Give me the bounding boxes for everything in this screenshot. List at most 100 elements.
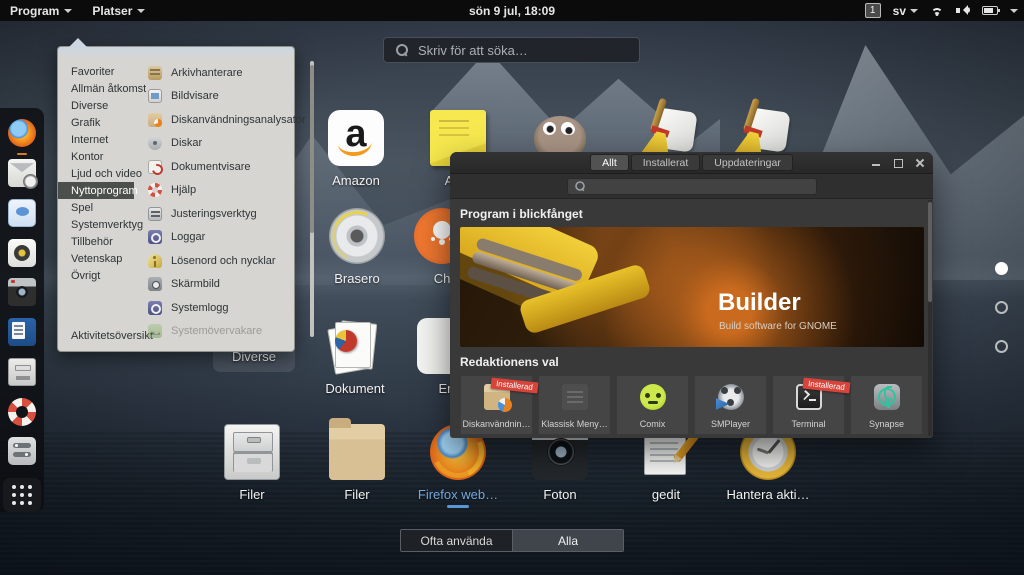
chevron-down-icon <box>910 8 918 13</box>
grid-app-amazon[interactable]: a Amazon <box>301 110 411 188</box>
system-log-icon <box>148 300 162 315</box>
workspace-indicator[interactable]: 1 <box>864 3 881 18</box>
menu-item-systemovervakare[interactable]: Systemövervakare <box>148 320 306 344</box>
software-search-input[interactable] <box>592 180 810 192</box>
classic-menu-icon <box>561 384 588 410</box>
system-monitor-icon <box>148 324 162 339</box>
page-dot-1[interactable] <box>995 262 1008 275</box>
dock-camera[interactable] <box>5 277 39 308</box>
picks-heading: Redaktionens val <box>460 355 559 369</box>
screenshot-icon <box>148 277 162 292</box>
tile-smplayer[interactable]: SMPlayer <box>694 375 767 435</box>
software-window: Allt Installerat Uppdateringar Program i… <box>450 152 933 438</box>
menu-item-dokumentvisare[interactable]: Dokumentvisare <box>148 155 306 179</box>
grid-app-filer-cabinet[interactable]: Filer <box>197 424 307 502</box>
category-grafik[interactable]: Grafik <box>58 114 134 131</box>
tweaks-icon <box>8 437 36 466</box>
synapse-icon <box>873 384 900 410</box>
dock-tweaks[interactable] <box>5 436 39 467</box>
category-nyttoprogram[interactable]: Nyttoprogram <box>58 182 138 199</box>
close-icon[interactable] <box>915 158 925 168</box>
tile-terminal[interactable]: Installerad Terminal <box>772 375 851 435</box>
volume-icon[interactable] <box>956 5 970 16</box>
dock-evolution[interactable] <box>5 158 39 190</box>
dock-firefox[interactable] <box>5 118 39 155</box>
tile-comix[interactable]: Comix <box>616 375 689 435</box>
workspace-page-dots <box>995 262 1008 353</box>
archive-manager-icon <box>148 65 162 80</box>
overview-search-input[interactable]: Skriv för att söka… <box>383 37 640 63</box>
category-diverse[interactable]: Diverse <box>58 97 134 114</box>
tab-allt[interactable]: Allt <box>590 154 629 171</box>
category-internet[interactable]: Internet <box>58 131 134 148</box>
dock-help[interactable] <box>5 396 39 427</box>
show-applications-button[interactable] <box>3 477 41 512</box>
tab-alla[interactable]: Alla <box>512 530 623 551</box>
menu-item-bildvisare[interactable]: Bildvisare <box>148 85 306 109</box>
running-indicator <box>447 505 469 508</box>
disks-icon <box>148 136 162 151</box>
software-scrollbar[interactable] <box>928 200 932 436</box>
lifebuoy-help-icon <box>8 397 36 426</box>
dock-chat[interactable] <box>5 197 39 228</box>
category-systemverktyg[interactable]: Systemverktyg <box>58 216 143 233</box>
top-bar: Program Platser sön 9 jul, 18:09 1 sv <box>0 0 1024 21</box>
page-dot-3[interactable] <box>995 340 1008 353</box>
chat-icon <box>8 198 36 227</box>
menu-item-loggar[interactable]: Loggar <box>148 226 306 250</box>
category-ovrigt[interactable]: Övrigt <box>58 267 134 284</box>
maximize-icon[interactable] <box>893 158 903 168</box>
featured-banner-builder[interactable]: Builder Build software for GNOME <box>460 227 924 347</box>
menu-item-diskanvandningsanalysator[interactable]: Diskanvändningsanalysator <box>148 108 306 132</box>
menu-item-skarmbild[interactable]: Skärmbild <box>148 273 306 297</box>
category-allman-atkomst[interactable]: Allmän åtkomst <box>58 80 146 97</box>
desktop-overview: Skriv för att söka… a Amazon Ante Braser… <box>0 0 1024 575</box>
dock-writer[interactable] <box>5 317 39 348</box>
applications-menu-popup: Favoriter Allmän åtkomst Diverse Grafik … <box>57 38 314 352</box>
menu-item-systemlogg[interactable]: Systemlogg <box>148 296 306 320</box>
tile-klassisk-meny[interactable]: Klassisk Meny… <box>538 375 611 435</box>
grid-app-filer-folder[interactable]: Filer <box>302 418 412 502</box>
category-tillbehor[interactable]: Tillbehör <box>58 233 134 250</box>
featured-heading: Program i blickfånget <box>460 207 583 221</box>
disk-usage-icon <box>148 112 162 127</box>
minimize-icon[interactable] <box>871 158 881 168</box>
category-vetenskap[interactable]: Vetenskap <box>58 250 134 267</box>
wifi-icon[interactable] <box>930 6 944 16</box>
dock-files[interactable] <box>5 356 39 387</box>
tab-ofta-anvanda[interactable]: Ofta använda <box>401 530 512 551</box>
system-menu-chevron-icon[interactable] <box>1010 8 1018 13</box>
category-ljud-och-video[interactable]: Ljud och video <box>58 165 142 182</box>
search-icon <box>396 44 408 56</box>
banner-title: Builder <box>718 289 801 316</box>
app-view-switcher: Ofta använda Alla <box>400 529 624 552</box>
image-viewer-icon <box>148 89 162 104</box>
dock-music[interactable] <box>5 237 39 268</box>
category-kontor[interactable]: Kontor <box>58 148 134 165</box>
page-dot-2[interactable] <box>995 301 1008 314</box>
software-toolbar <box>450 174 933 199</box>
keyboard-layout-button[interactable]: sv <box>893 4 918 18</box>
software-tab-group: Allt Installerat Uppdateringar <box>590 154 793 171</box>
menu-item-losenord-och-nycklar[interactable]: Lösenord och nycklar <box>148 249 306 273</box>
menu-item-diskar[interactable]: Diskar <box>148 132 306 156</box>
tab-installerat[interactable]: Installerat <box>630 154 701 171</box>
menu-category-list: Favoriter Allmän åtkomst Diverse Grafik … <box>58 47 153 351</box>
menu-item-arkivhanterare[interactable]: Arkivhanterare <box>148 61 306 85</box>
tab-uppdateringar[interactable]: Uppdateringar <box>702 154 793 171</box>
software-headerbar[interactable]: Allt Installerat Uppdateringar <box>450 152 933 174</box>
software-search-box[interactable] <box>567 177 817 195</box>
broom-icon <box>732 97 791 158</box>
menu-scrollbar[interactable] <box>309 61 314 337</box>
tile-diskanvandning[interactable]: Installerad Diskanvändnin… <box>460 375 539 435</box>
writer-document-icon <box>8 318 36 347</box>
menu-item-justeringsverktyg[interactable]: Justeringsverktyg <box>148 202 306 226</box>
broom-icon <box>639 97 698 158</box>
tile-synapse[interactable]: Synapse <box>850 375 923 435</box>
menu-item-hjalp[interactable]: Hjälp <box>148 179 306 203</box>
grid-app-cleaner-2[interactable] <box>705 97 815 158</box>
category-spel[interactable]: Spel <box>58 199 134 216</box>
document-viewer-icon <box>148 159 162 174</box>
battery-icon[interactable] <box>982 6 1000 15</box>
category-favoriter[interactable]: Favoriter <box>58 63 134 80</box>
